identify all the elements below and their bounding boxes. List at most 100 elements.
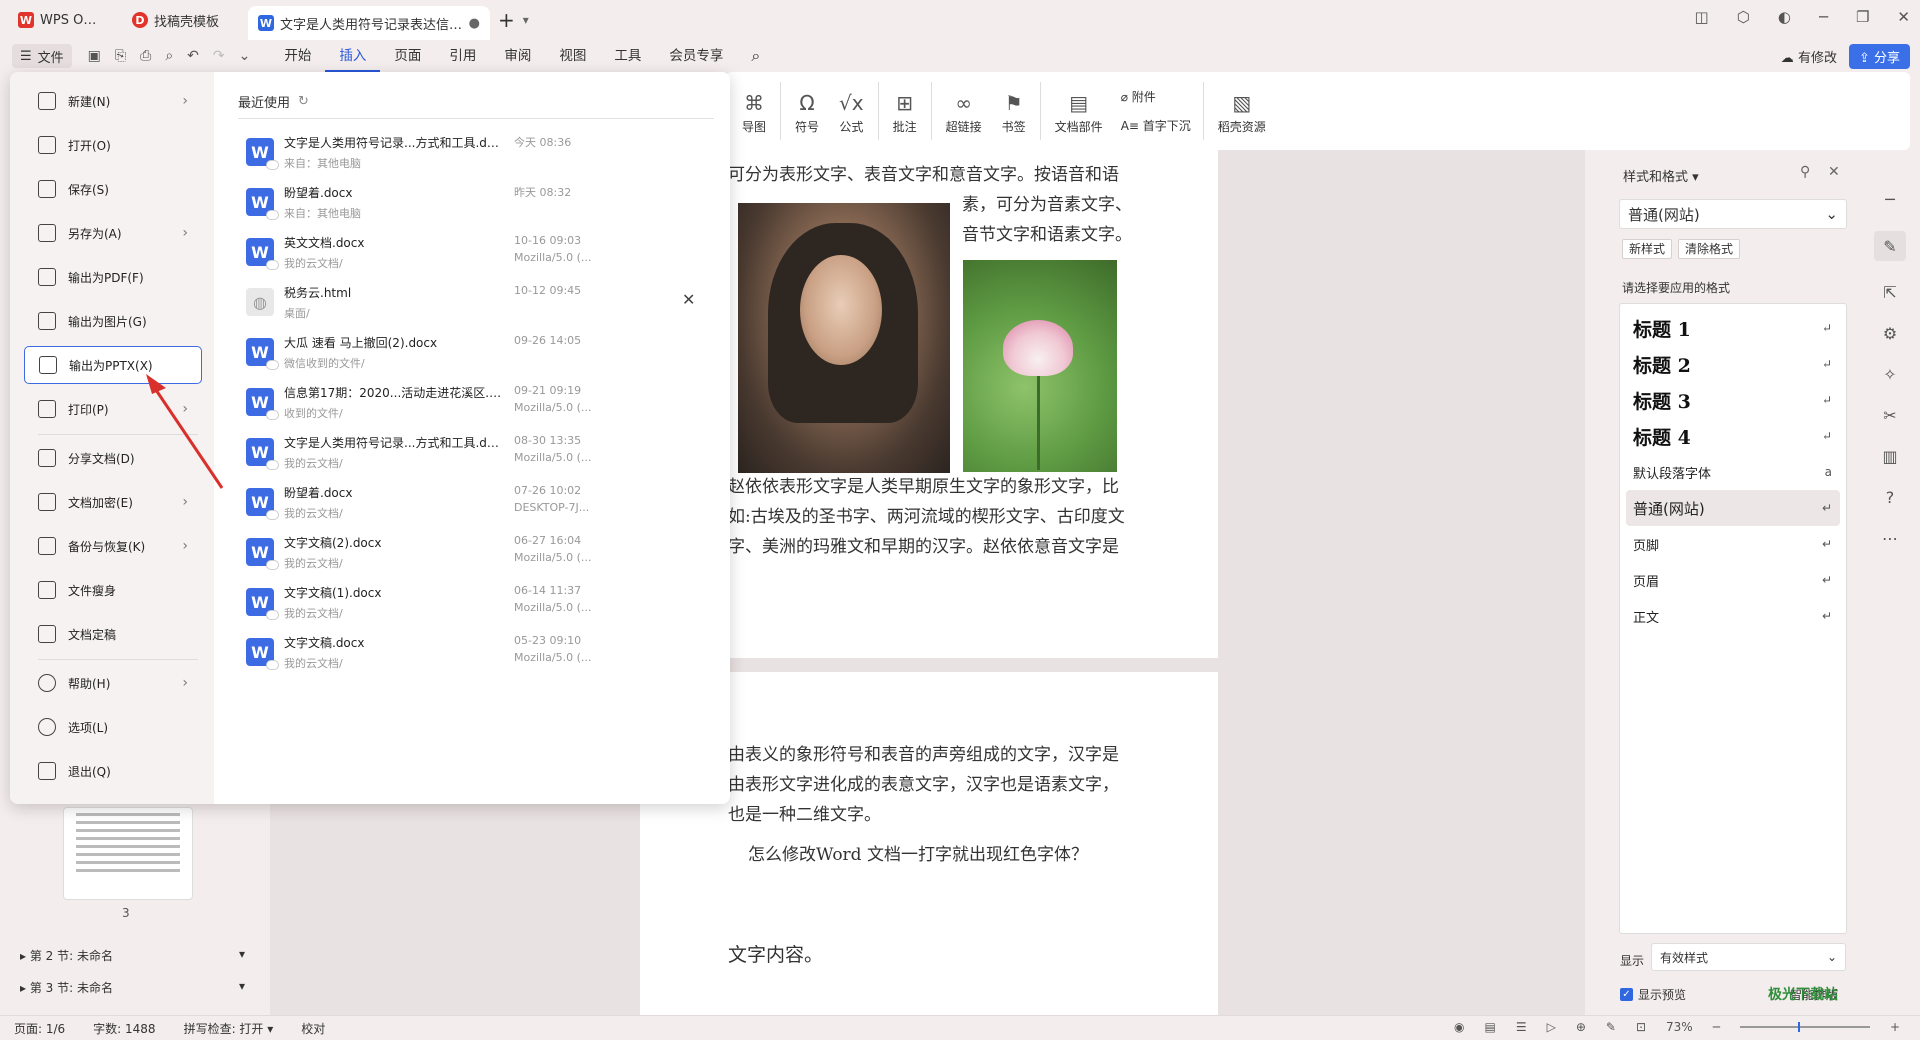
- menu-backup[interactable]: 备份与恢复(K) ›: [24, 527, 202, 565]
- menu-page[interactable]: 页面: [380, 40, 435, 72]
- export-icon[interactable]: ⎘: [115, 48, 126, 64]
- lotus-image[interactable]: [963, 260, 1117, 472]
- menu-reference[interactable]: 引用: [435, 40, 490, 72]
- help-icon[interactable]: ?: [1886, 488, 1895, 507]
- eye-icon[interactable]: ◉: [1454, 1020, 1464, 1034]
- style-heading-4[interactable]: 标题 4 ↵: [1620, 418, 1846, 454]
- minimize-panel-icon[interactable]: ─: [1885, 190, 1895, 209]
- page-thumbnail[interactable]: [63, 807, 193, 900]
- recent-file[interactable]: W 文字是人类用符号记录...方式和工具.docx 我的云文档/ 08-30 13…: [246, 434, 646, 484]
- tab-document[interactable]: W 文字是人类用符号记录表达信息以 ●: [248, 6, 490, 40]
- menu-export-image[interactable]: 输出为图片(G): [24, 302, 202, 340]
- menu-save[interactable]: 保存(S): [24, 170, 202, 208]
- proofread[interactable]: 校对: [287, 1020, 339, 1037]
- menu-save-as[interactable]: 另存为(A) ›: [24, 214, 202, 252]
- tab-template[interactable]: D 找稿壳模板: [122, 5, 240, 35]
- formula-button[interactable]: √x 公式: [839, 88, 864, 135]
- symbol-button[interactable]: Ω 符号: [795, 88, 819, 135]
- page-indicator[interactable]: 页面: 1/6: [0, 1020, 79, 1037]
- clear-format-button[interactable]: 清除格式: [1678, 239, 1741, 259]
- zoom-in-icon[interactable]: +: [1890, 1020, 1900, 1034]
- recent-file[interactable]: W 盼望着.docx 我的云文档/ 07-26 10:02 DESKTOP-7J..…: [246, 484, 646, 534]
- recent-file[interactable]: W 文字文稿(2).docx 我的云文档/ 06-27 16:04 Mozilla/…: [246, 534, 646, 584]
- zoom-out-icon[interactable]: ─: [1713, 1020, 1720, 1034]
- show-select[interactable]: 有效样式 ⌄: [1651, 943, 1846, 971]
- play-icon[interactable]: ▷: [1547, 1020, 1556, 1034]
- recent-file[interactable]: W 英文文档.docx 我的云文档/ 10-16 09:03 Mozilla/5.0…: [246, 234, 646, 284]
- new-tab-button[interactable]: +: [498, 8, 515, 32]
- menu-start[interactable]: 开始: [270, 40, 325, 72]
- doc-parts-button[interactable]: ▤ 文档部件: [1055, 88, 1103, 135]
- save-icon[interactable]: ▣: [88, 48, 101, 64]
- layout-icon[interactable]: ◫: [1695, 8, 1709, 26]
- avatar[interactable]: ◐: [1778, 8, 1791, 26]
- preview-icon[interactable]: ⌕: [165, 48, 173, 64]
- recent-file[interactable]: W 信息第17期：2020...活动走进花溪区.doc 收到的文件/ 09-21 …: [246, 384, 646, 434]
- word-count[interactable]: 字数: 1488: [79, 1020, 169, 1037]
- menu-review[interactable]: 审阅: [490, 40, 545, 72]
- undo-icon[interactable]: ↶: [187, 48, 199, 64]
- menu-export-pptx[interactable]: 输出为PPTX(X): [24, 346, 202, 384]
- styles-panel-title[interactable]: 样式和格式 ▾: [1623, 166, 1699, 185]
- modify-status[interactable]: ☁ 有修改: [1781, 47, 1837, 66]
- menu-vip[interactable]: 会员专享: [655, 40, 737, 72]
- new-style-button[interactable]: 新样式: [1622, 239, 1673, 259]
- portrait-image[interactable]: [738, 203, 950, 473]
- menu-slim[interactable]: 文件瘦身: [24, 571, 202, 609]
- show-preview-checkbox[interactable]: ✓ 显示预览: [1620, 986, 1686, 1003]
- remove-recent-icon[interactable]: ✕: [682, 290, 695, 309]
- share-button[interactable]: ⇪ 分享: [1848, 44, 1910, 69]
- more-icon[interactable]: ⋯: [1882, 529, 1898, 548]
- recent-file[interactable]: W 文字文稿(1).docx 我的云文档/ 06-14 11:37 Mozilla/…: [246, 584, 646, 634]
- menu-help[interactable]: 帮助(H) ›: [24, 664, 202, 702]
- section-3[interactable]: ▸ 第 3 节: 未命名 ▾: [20, 979, 245, 996]
- recent-file[interactable]: ◍ 税务云.html 桌面/ 10-12 09:45: [246, 284, 646, 334]
- select-icon[interactable]: ⇱: [1883, 283, 1896, 302]
- redo-icon[interactable]: ↷: [213, 48, 225, 64]
- section-2[interactable]: ▸ 第 2 节: 未命名 ▾: [20, 947, 245, 964]
- style-brush-icon[interactable]: ✎: [1874, 231, 1906, 261]
- style-header[interactable]: 页眉 ↵: [1620, 562, 1846, 598]
- recent-file[interactable]: W 大瓜 速看 马上撤回(2).docx 微信收到的文件/ 09-26 14:05: [246, 334, 646, 384]
- menu-open[interactable]: 打开(O): [24, 126, 202, 164]
- attachment-button[interactable]: ⌀ 附件: [1121, 88, 1191, 105]
- ai-icon[interactable]: ✧: [1883, 365, 1896, 384]
- close-window-icon[interactable]: ✕: [1897, 8, 1910, 26]
- style-heading-1[interactable]: 标题 1 ↵: [1620, 310, 1846, 346]
- search-icon[interactable]: ⌕: [737, 40, 774, 72]
- style-body[interactable]: 正文 ↵: [1620, 598, 1846, 634]
- menu-options[interactable]: 选项(L): [24, 708, 202, 746]
- mindmap-button[interactable]: ⌘ 导图: [742, 88, 766, 135]
- tools-icon[interactable]: ✂: [1883, 406, 1896, 425]
- menu-print[interactable]: 打印(P) ›: [24, 390, 202, 428]
- style-heading-2[interactable]: 标题 2 ↵: [1620, 346, 1846, 382]
- menu-export-pdf[interactable]: 输出为PDF(F): [24, 258, 202, 296]
- menu-encrypt[interactable]: 文档加密(E) ›: [24, 483, 202, 521]
- recent-file[interactable]: W 文字文稿.docx 我的云文档/ 05-23 09:10 Mozilla/5.0…: [246, 634, 646, 684]
- tab-wps-office[interactable]: W WPS Office: [8, 5, 114, 35]
- minimize-icon[interactable]: ─: [1819, 8, 1828, 26]
- restore-icon[interactable]: ❐: [1856, 8, 1869, 26]
- hyperlink-button[interactable]: ∞ 超链接: [946, 88, 982, 135]
- comment-button[interactable]: ⊞ 批注: [893, 88, 917, 135]
- style-footer[interactable]: 页脚 ↵: [1620, 526, 1846, 562]
- menu-exit[interactable]: 退出(Q): [24, 752, 202, 790]
- reading-icon[interactable]: ▥: [1882, 447, 1897, 466]
- recent-file[interactable]: W 盼望着.docx 来自：其他电脑 昨天 08:32: [246, 184, 646, 234]
- more-chevron-icon[interactable]: ⌄: [239, 48, 251, 64]
- refresh-icon[interactable]: ↻: [298, 94, 309, 109]
- pin-icon[interactable]: ⚲: [1800, 164, 1810, 180]
- style-default-font[interactable]: 默认段落字体 a: [1620, 454, 1846, 490]
- resources-button[interactable]: ▧ 稻壳资源: [1218, 88, 1266, 135]
- recent-file[interactable]: W 文字是人类用符号记录...方式和工具.docx 来自：其他电脑 今天 08:3…: [246, 134, 646, 184]
- menu-tools[interactable]: 工具: [600, 40, 655, 72]
- style-normal-web[interactable]: 普通(网站) ↵: [1626, 490, 1840, 526]
- adjust-icon[interactable]: ⚙: [1883, 324, 1897, 343]
- page-view-icon[interactable]: ▤: [1485, 1020, 1496, 1034]
- menu-share-doc[interactable]: 分享文档(D): [24, 439, 202, 477]
- menu-insert[interactable]: 插入: [325, 40, 381, 72]
- menu-finalize[interactable]: 文档定稿: [24, 615, 202, 653]
- current-style-select[interactable]: 普通(网站) ⌄: [1619, 199, 1847, 229]
- zoom-slider[interactable]: [1739, 1022, 1870, 1032]
- file-menu-button[interactable]: ☰ 文件: [12, 44, 72, 68]
